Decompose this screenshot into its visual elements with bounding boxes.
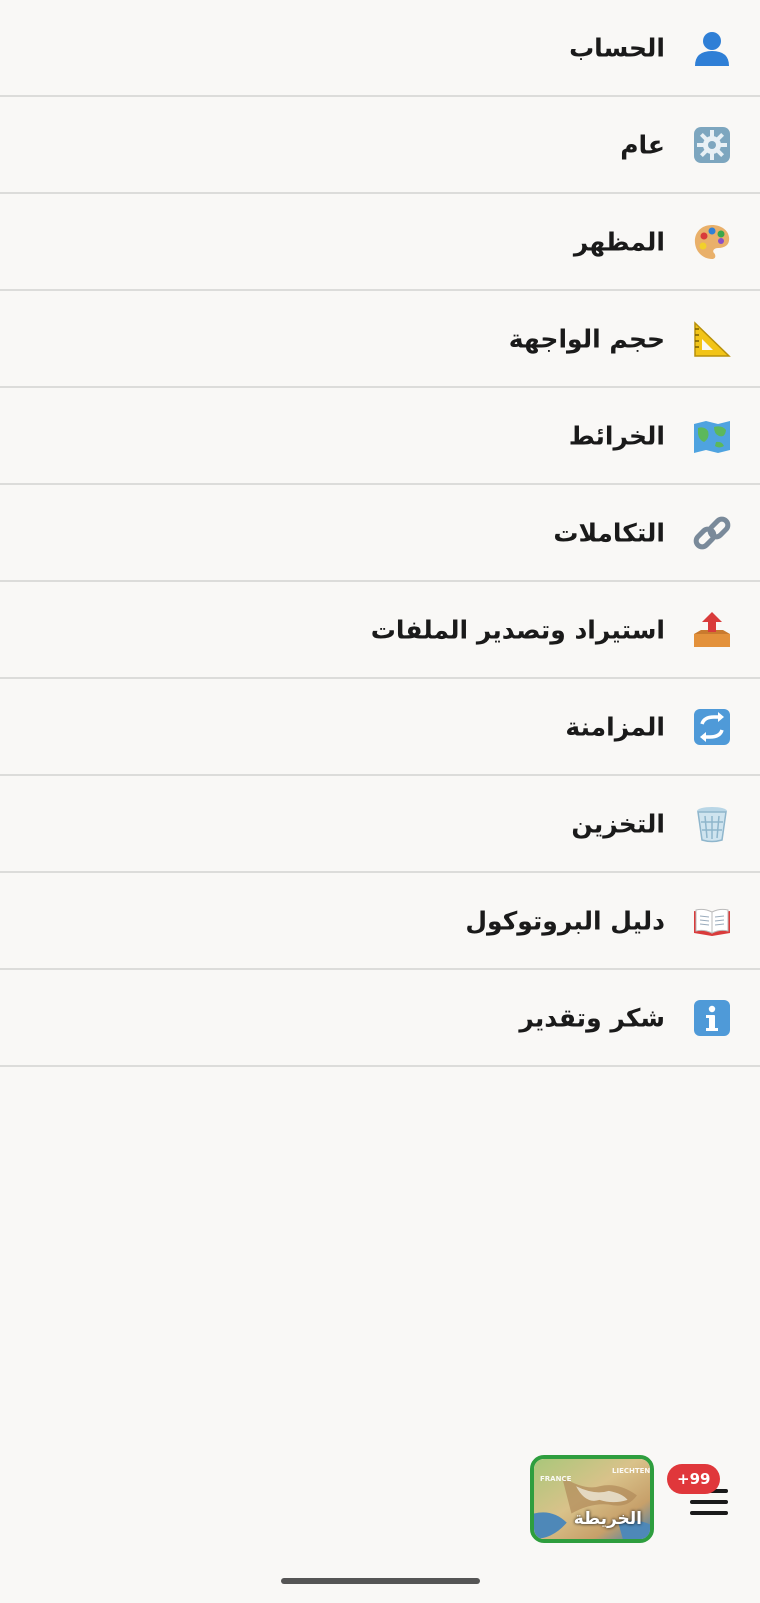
- menu-item-label: شكر وتقدير: [519, 1003, 665, 1032]
- menu-item-label: التخزين: [571, 809, 665, 838]
- menu-item-label: استيراد وتصدير الملفات: [370, 615, 665, 644]
- home-indicator[interactable]: [281, 1578, 480, 1584]
- settings-menu: الحساب عام المظهر حجم الواجهة الخرائط ال…: [0, 0, 760, 1067]
- map-button[interactable]: FRANCE LIECHTENS الخريطة: [530, 1455, 654, 1543]
- menu-item-label: الخرائط: [568, 421, 665, 450]
- menu-item-maps[interactable]: الخرائط: [0, 388, 760, 485]
- menu-item-label: التكاملات: [553, 518, 665, 547]
- menu-item-label: المزامنة: [565, 712, 665, 741]
- menu-item-label: عام: [620, 130, 665, 159]
- menu-item-sync[interactable]: المزامنة: [0, 679, 760, 776]
- map-region-label: FRANCE: [540, 1475, 572, 1483]
- sync-arrows-icon: [692, 707, 732, 747]
- menu-item-label: دليل البروتوكول: [465, 906, 665, 935]
- menu-item-general[interactable]: عام: [0, 97, 760, 194]
- gear-icon: [692, 125, 732, 165]
- menu-item-storage[interactable]: التخزين: [0, 776, 760, 873]
- menu-item-appearance[interactable]: المظهر: [0, 194, 760, 291]
- map-region-label: LIECHTENS: [612, 1467, 654, 1475]
- info-icon: [692, 998, 732, 1038]
- menu-item-label: حجم الواجهة: [508, 324, 665, 353]
- map-icon: [692, 416, 732, 456]
- menu-item-import-export[interactable]: استيراد وتصدير الملفات: [0, 582, 760, 679]
- trash-bin-icon: [692, 804, 732, 844]
- user-icon: [692, 28, 732, 68]
- map-button-label: الخريطة: [573, 1509, 642, 1529]
- palette-icon: [692, 222, 732, 262]
- menu-item-integrations[interactable]: التكاملات: [0, 485, 760, 582]
- menu-item-interface-size[interactable]: حجم الواجهة: [0, 291, 760, 388]
- menu-item-credits[interactable]: شكر وتقدير: [0, 970, 760, 1067]
- triangle-ruler-icon: [692, 319, 732, 359]
- notification-badge: +99: [667, 1464, 721, 1494]
- menu-item-label: المظهر: [573, 227, 665, 256]
- open-book-icon: [692, 901, 732, 941]
- menu-item-protocol-guide[interactable]: دليل البروتوكول: [0, 873, 760, 970]
- outbox-tray-icon: [692, 610, 732, 650]
- link-icon: [692, 513, 732, 553]
- menu-item-account[interactable]: الحساب: [0, 0, 760, 97]
- menu-item-label: الحساب: [569, 33, 665, 62]
